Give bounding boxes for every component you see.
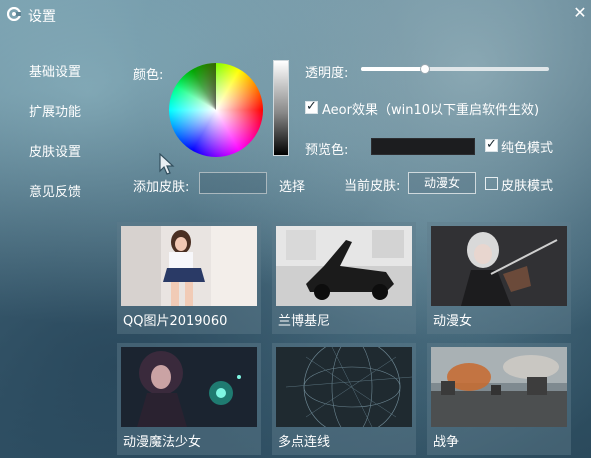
skin-thumbnail-network — [276, 347, 412, 427]
sidebar-item-skin-settings[interactable]: 皮肤设置 — [29, 141, 81, 160]
sidebar-item-basic-settings[interactable]: 基础设置 — [29, 61, 81, 80]
current-skin-label: 当前皮肤: — [344, 179, 401, 194]
preview-color-swatch — [371, 138, 475, 155]
window-title: 设置 — [28, 9, 56, 25]
skin-caption: 战争 — [433, 435, 460, 450]
aero-label: Aeor效果（win10以下重启软件生效) — [322, 103, 540, 118]
skin-mode-checkbox[interactable] — [485, 177, 498, 190]
mouse-pointer-icon — [159, 153, 175, 175]
add-skin-label: 添加皮肤: — [133, 180, 190, 195]
close-button[interactable]: ✕ — [571, 4, 589, 22]
solid-mode-label: 纯色模式 — [501, 141, 554, 156]
title-bar: 设置 ✕ — [0, 0, 591, 30]
skin-thumbnail-car — [276, 226, 412, 306]
skin-caption: 动漫魔法少女 — [123, 435, 202, 450]
skin-caption: 动漫女 — [433, 314, 473, 329]
sidebar-item-feedback[interactable]: 意见反馈 — [29, 181, 81, 200]
skin-caption: 兰博基尼 — [278, 314, 331, 329]
aero-checkbox[interactable] — [305, 99, 318, 114]
add-skin-input[interactable] — [199, 172, 267, 194]
current-skin-button[interactable]: 动漫女 — [408, 172, 476, 194]
app-logo-icon — [7, 7, 21, 21]
color-label: 颜色: — [133, 68, 164, 83]
skin-tile-qq-image[interactable]: QQ图片2019060 — [117, 222, 261, 334]
preview-color-label: 预览色: — [305, 143, 349, 158]
skin-tile-connected-dots[interactable]: 多点连线 — [272, 343, 416, 455]
opacity-slider-thumb[interactable] — [419, 64, 430, 74]
skin-thumbnail-girl-photo — [121, 226, 257, 306]
skin-thumbnail-war-scene — [431, 347, 567, 427]
skin-tile-anime-magic-girl[interactable]: 动漫魔法少女 — [117, 343, 261, 455]
color-wheel-shade — [169, 63, 263, 157]
opacity-slider[interactable] — [361, 64, 549, 74]
opacity-label: 透明度: — [305, 66, 349, 81]
skin-caption: 多点连线 — [278, 435, 331, 450]
choose-skin-button[interactable]: 选择 — [279, 176, 305, 195]
skin-thumbnail-anime-girl — [431, 226, 567, 306]
skin-mode-label: 皮肤模式 — [501, 179, 554, 194]
skin-tile-war[interactable]: 战争 — [427, 343, 571, 455]
sidebar-item-extensions[interactable]: 扩展功能 — [29, 101, 81, 120]
solid-mode-checkbox[interactable] — [485, 137, 498, 152]
brightness-bar[interactable] — [273, 60, 289, 156]
skin-tile-lamborghini[interactable]: 兰博基尼 — [272, 222, 416, 334]
opacity-slider-fill — [361, 67, 425, 71]
skin-thumbnail-magic-girl — [121, 347, 257, 427]
skin-caption: QQ图片2019060 — [123, 314, 228, 329]
skin-tile-anime-girl[interactable]: 动漫女 — [427, 222, 571, 334]
